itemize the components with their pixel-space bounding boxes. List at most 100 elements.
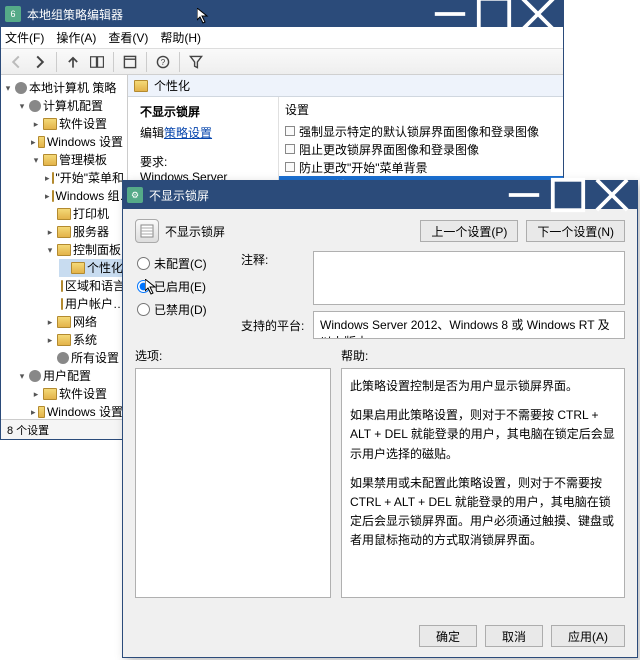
options-label: 选项: [135,347,331,368]
folder-icon [38,406,45,418]
help-paragraph: 如果启用此策略设置，则对于不需要按 CTRL + ALT + DEL 就能登录的… [350,406,616,464]
close-button[interactable] [519,3,557,25]
tree-c-system[interactable]: 系统 [73,331,97,349]
setting-icon [285,144,295,154]
tree-c-region[interactable]: 区域和语言… [65,277,128,295]
properties-button[interactable] [119,51,141,73]
tree-user[interactable]: 用户配置 [43,367,91,385]
dialog-title: 不显示锁屏 [149,187,209,204]
help-paragraph: 如果禁用或未配置此策略设置，则对于不需要按 CTRL + ALT + DEL 就… [350,474,616,551]
menu-view[interactable]: 查看(V) [108,29,148,46]
svg-text:?: ? [161,56,166,66]
folder-icon [43,118,57,130]
radio-disabled[interactable]: 已禁用(D) [137,301,233,318]
toolbar: ? [1,49,563,75]
dialog-icon: ⚙ [127,187,143,203]
setting-icon [285,162,295,172]
settings-header: 设置 [279,101,563,122]
breadcrumb: 个性化 [128,75,563,97]
folder-icon [38,136,45,148]
all-icon [57,352,69,364]
tree-u-software[interactable]: 软件设置 [59,385,107,403]
setting-label: 强制显示特定的默认锁屏界面图像和登录图像 [299,123,539,140]
back-button[interactable] [5,51,27,73]
radio-enabled[interactable]: 已启用(E) [137,278,233,295]
dialog-minimize-button[interactable] [505,184,543,206]
tree-computer[interactable]: 计算机配置 [43,97,103,115]
root-icon [15,82,27,94]
help-label: 帮助: [341,347,625,368]
dialog-close-button[interactable] [593,184,631,206]
folder-icon [61,280,63,292]
minimize-button[interactable] [431,3,469,25]
edit-policy-link[interactable]: 策略设置 [164,126,212,140]
comment-label: 注释: [241,251,307,268]
policy-tree[interactable]: ▾本地计算机 策略 ▾计算机配置 ▸软件设置 ▸Windows 设置 ▾管理模板… [1,79,127,419]
radio-not-configured[interactable]: 未配置(C) [137,255,233,272]
options-box [135,368,331,598]
setting-label: 阻止更改锁屏界面图像和登录图像 [299,141,479,158]
folder-icon [57,226,71,238]
folder-icon [52,190,54,202]
folder-icon [61,298,63,310]
tree-pane[interactable]: ▾本地计算机 策略 ▾计算机配置 ▸软件设置 ▸Windows 设置 ▾管理模板… [1,75,128,419]
tree-c-cp[interactable]: 控制面板 [73,241,121,259]
dialog-maximize-button[interactable] [549,184,587,206]
show-hide-button[interactable] [86,51,108,73]
window-title: 本地组策略编辑器 [27,6,123,23]
help-box[interactable]: 此策略设置控制是否为用户显示锁屏界面。如果启用此策略设置，则对于不需要按 CTR… [341,368,625,598]
app-icon: 6 [5,6,21,22]
tree-c-user[interactable]: 用户帐户… [65,295,125,313]
policy-icon [135,219,159,243]
computer-icon [29,100,41,112]
setting-row[interactable]: 阻止更改锁屏界面图像和登录图像 [279,140,563,158]
comment-textarea[interactable] [313,251,625,305]
folder-icon [43,154,57,166]
tree-u-windows[interactable]: Windows 设置 [47,403,123,419]
folder-icon [134,80,148,92]
menubar: 文件(F) 操作(A) 查看(V) 帮助(H) [1,27,563,49]
menu-help[interactable]: 帮助(H) [160,29,201,46]
setting-row[interactable]: 强制显示特定的默认锁屏界面图像和登录图像 [279,122,563,140]
status-text: 8 个设置 [7,425,49,437]
tree-c-start[interactable]: "开始"菜单和… [56,169,128,187]
forward-button[interactable] [29,51,51,73]
help-button[interactable]: ? [152,51,174,73]
tree-c-windows[interactable]: Windows 设置 [47,133,123,151]
edit-prefix: 编辑 [140,126,164,140]
gpedit-titlebar[interactable]: 6 本地组策略编辑器 [1,1,563,27]
tree-c-admin[interactable]: 管理模板 [59,151,107,169]
folder-icon [57,208,71,220]
setting-row[interactable]: 防止更改"开始"菜单背景 [279,158,563,176]
up-button[interactable] [62,51,84,73]
dialog-titlebar[interactable]: ⚙ 不显示锁屏 [123,181,637,209]
supported-text: Windows Server 2012、Windows 8 或 Windows … [313,311,625,339]
user-icon [29,370,41,382]
ok-button[interactable]: 确定 [419,625,477,647]
folder-icon [71,262,85,274]
next-setting-button[interactable]: 下一个设置(N) [526,220,625,242]
folder-icon [57,334,71,346]
req-label: 要求: [140,153,262,170]
tree-c-network[interactable]: 网络 [73,313,97,331]
tree-root[interactable]: 本地计算机 策略 [29,79,116,97]
tree-c-wincomp[interactable]: Windows 组… [56,187,128,205]
supported-label: 支持的平台: [241,317,307,334]
cancel-button[interactable]: 取消 [485,625,543,647]
tree-c-personal[interactable]: 个性化 [87,259,123,277]
folder-icon [52,172,54,184]
tree-c-software[interactable]: 软件设置 [59,115,107,133]
menu-action[interactable]: 操作(A) [56,29,96,46]
apply-button[interactable]: 应用(A) [551,625,625,647]
tree-c-printer[interactable]: 打印机 [73,205,109,223]
tree-c-server[interactable]: 服务器 [73,223,109,241]
setting-label: 防止更改"开始"菜单背景 [299,159,428,176]
maximize-button[interactable] [475,3,513,25]
folder-icon [57,316,71,328]
tree-c-all[interactable]: 所有设置 [71,349,119,367]
breadcrumb-label: 个性化 [154,77,190,94]
prev-setting-button[interactable]: 上一个设置(P) [420,220,518,242]
policy-title: 不显示锁屏 [134,97,268,122]
filter-button[interactable] [185,51,207,73]
menu-file[interactable]: 文件(F) [5,29,44,46]
